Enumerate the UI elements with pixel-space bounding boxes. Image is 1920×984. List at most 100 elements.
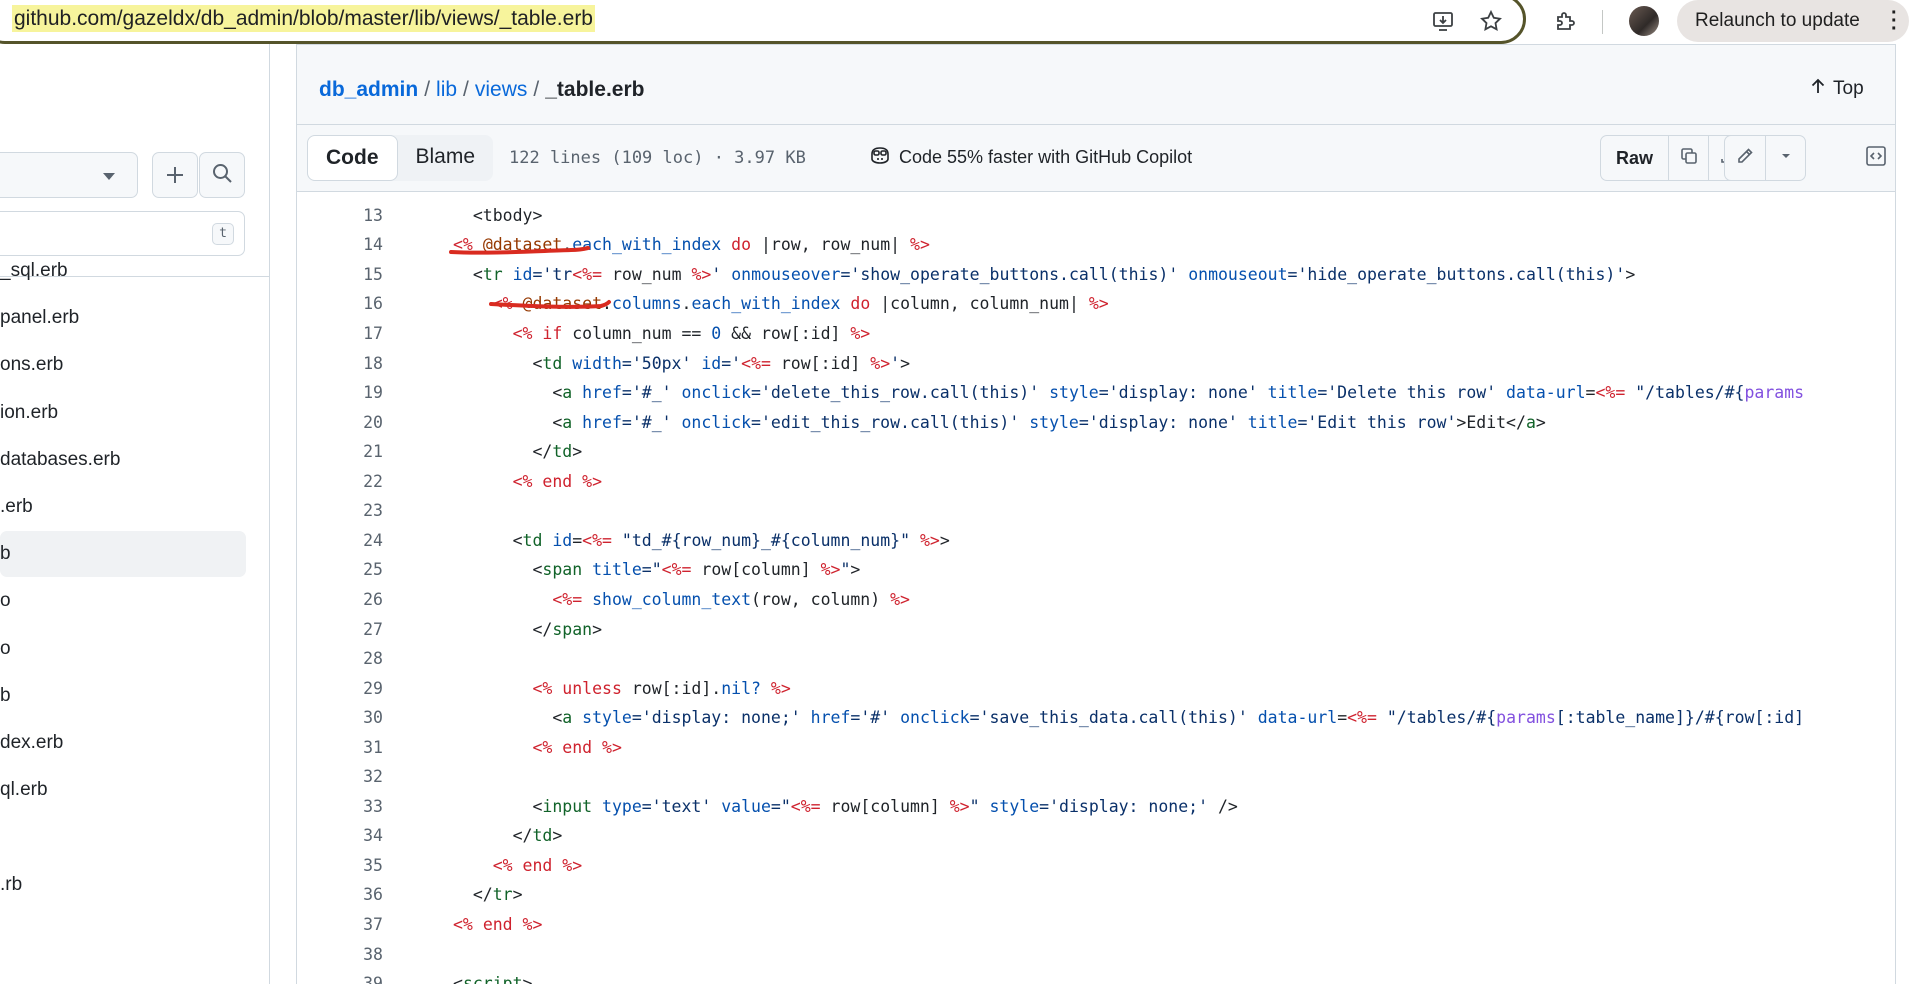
code-token: .: [562, 235, 573, 255]
code-token: <%: [453, 324, 543, 343]
line-source: <input type='text' value="<%= row[column…: [453, 792, 1238, 822]
line-number[interactable]: 14: [297, 230, 383, 260]
url-text[interactable]: github.com/gazeldx/db_admin/blob/master/…: [12, 5, 595, 32]
code-token: <%=: [582, 530, 612, 550]
bookmark-star-icon[interactable]: [1476, 6, 1506, 36]
back-to-top-button[interactable]: Top: [1809, 77, 1864, 101]
breadcrumb-separator: /: [463, 78, 469, 101]
code-token: width: [562, 353, 622, 373]
file-tree-item[interactable]: panel.erb: [0, 295, 246, 341]
line-number[interactable]: 39: [297, 969, 383, 984]
edit-file-button[interactable]: [1725, 136, 1765, 180]
line-source: <tbody>: [453, 201, 543, 231]
line-number[interactable]: 18: [297, 349, 383, 379]
file-tree-item[interactable]: .erb: [0, 484, 246, 530]
code-token: @dataset: [482, 235, 563, 255]
branch-selector[interactable]: [0, 152, 138, 198]
line-number[interactable]: 36: [297, 880, 383, 910]
line-number[interactable]: 26: [297, 585, 383, 615]
code-line: 19 <a href='#_' onclick='delete_this_row…: [297, 378, 1895, 408]
line-number[interactable]: 28: [297, 644, 383, 674]
code-token: />: [1208, 796, 1238, 816]
search-files-button[interactable]: [199, 152, 245, 198]
code-token: %>: [691, 264, 712, 284]
edit-options-dropdown[interactable]: [1765, 136, 1805, 180]
breadcrumb-repo-link[interactable]: db_admin: [319, 78, 418, 101]
file-tree-item[interactable]: b: [0, 531, 246, 578]
code-token: <%=: [453, 589, 593, 609]
code-token: onclick: [890, 708, 970, 728]
line-source: <script>: [453, 969, 532, 984]
code-token: =: [1585, 383, 1596, 403]
line-number[interactable]: 12: [297, 192, 383, 201]
add-file-button[interactable]: [152, 152, 198, 198]
install-app-icon[interactable]: [1428, 6, 1458, 36]
copy-raw-button[interactable]: [1668, 136, 1708, 180]
breadcrumb-views-link[interactable]: views: [475, 78, 528, 101]
file-tree-item[interactable]: o: [0, 626, 246, 672]
line-number[interactable]: 30: [297, 703, 383, 733]
line-number[interactable]: 23: [297, 496, 383, 526]
code-token: "/tables/#{: [1376, 708, 1497, 728]
line-source: </td>: [453, 437, 582, 467]
code-line: 25 <span title="<%= row[column] %>">: [297, 555, 1895, 585]
code-line: 18 <td width='50px' id='<%= row[:id] %>'…: [297, 349, 1895, 379]
copilot-promo-link[interactable]: Code 55% faster with GitHub Copilot: [869, 145, 1192, 170]
more-menu-icon[interactable]: · · ·: [1891, 3, 1898, 39]
file-tree-item[interactable]: .rb: [0, 862, 246, 908]
code-viewer[interactable]: 1213 <tbody> 14 <% @dataset.each_with_inde…: [296, 192, 1896, 984]
line-number[interactable]: 37: [297, 910, 383, 940]
line-number[interactable]: 33: [297, 792, 383, 822]
line-number[interactable]: 16: [297, 289, 383, 319]
line-number[interactable]: 34: [297, 821, 383, 851]
line-number[interactable]: 29: [297, 674, 383, 704]
file-tree-item[interactable]: [0, 814, 246, 860]
file-tree-item[interactable]: b: [0, 673, 246, 719]
code-token: </: [453, 826, 533, 846]
address-bar[interactable]: github.com/gazeldx/db_admin/blob/master/…: [0, 0, 1526, 44]
line-number[interactable]: 35: [297, 851, 383, 881]
line-number[interactable]: 32: [297, 762, 383, 792]
profile-avatar[interactable]: [1629, 6, 1659, 36]
file-tree-item[interactable]: _sql.erb: [0, 248, 246, 294]
breadcrumb-lib-link[interactable]: lib: [436, 78, 457, 101]
line-number[interactable]: 17: [297, 319, 383, 349]
line-number[interactable]: 21: [297, 437, 383, 467]
line-number[interactable]: 15: [297, 260, 383, 290]
line-number[interactable]: 31: [297, 733, 383, 763]
code-token: tr: [492, 885, 513, 905]
site-info-icon[interactable]: [0, 10, 1, 27]
line-number[interactable]: 38: [297, 940, 383, 970]
code-token: span: [552, 619, 593, 639]
line-source: <% @dataset.each_with_index do |row, row…: [453, 230, 930, 260]
code-token: >: [1625, 264, 1636, 284]
line-number[interactable]: 20: [297, 408, 383, 438]
line-number[interactable]: 27: [297, 615, 383, 645]
relaunch-button[interactable]: Relaunch to update · · ·: [1677, 0, 1909, 42]
file-tree-item[interactable]: databases.erb: [0, 437, 246, 483]
code-token: id: [691, 353, 722, 373]
line-number[interactable]: 25: [297, 555, 383, 585]
code-token: column_num ==: [562, 324, 712, 343]
code-token: style: [572, 708, 632, 728]
line-number[interactable]: 13: [297, 201, 383, 231]
raw-button[interactable]: Raw: [1601, 136, 1668, 180]
extensions-icon[interactable]: [1550, 6, 1580, 36]
tab-code[interactable]: Code: [307, 135, 398, 181]
code-token: title: [1257, 383, 1318, 403]
symbols-panel-button[interactable]: [1859, 135, 1893, 181]
line-source: </td>: [453, 821, 563, 851]
tab-blame[interactable]: Blame: [398, 135, 494, 181]
file-tree-item[interactable]: ons.erb: [0, 342, 246, 388]
file-tree-item[interactable]: dex.erb: [0, 720, 246, 766]
code-line: 16 <% @dataset.columns.each_with_index d…: [297, 289, 1895, 319]
line-number[interactable]: 19: [297, 378, 383, 408]
line-number[interactable]: 22: [297, 467, 383, 497]
file-tree-item[interactable]: ql.erb: [0, 767, 246, 813]
code-token: %>: [870, 353, 891, 373]
code-token: show_column_text: [592, 589, 752, 609]
line-number[interactable]: 24: [297, 526, 383, 556]
file-tree-item[interactable]: o: [0, 578, 246, 624]
code-token: >: [900, 353, 911, 373]
file-tree-item[interactable]: ion.erb: [0, 390, 246, 436]
